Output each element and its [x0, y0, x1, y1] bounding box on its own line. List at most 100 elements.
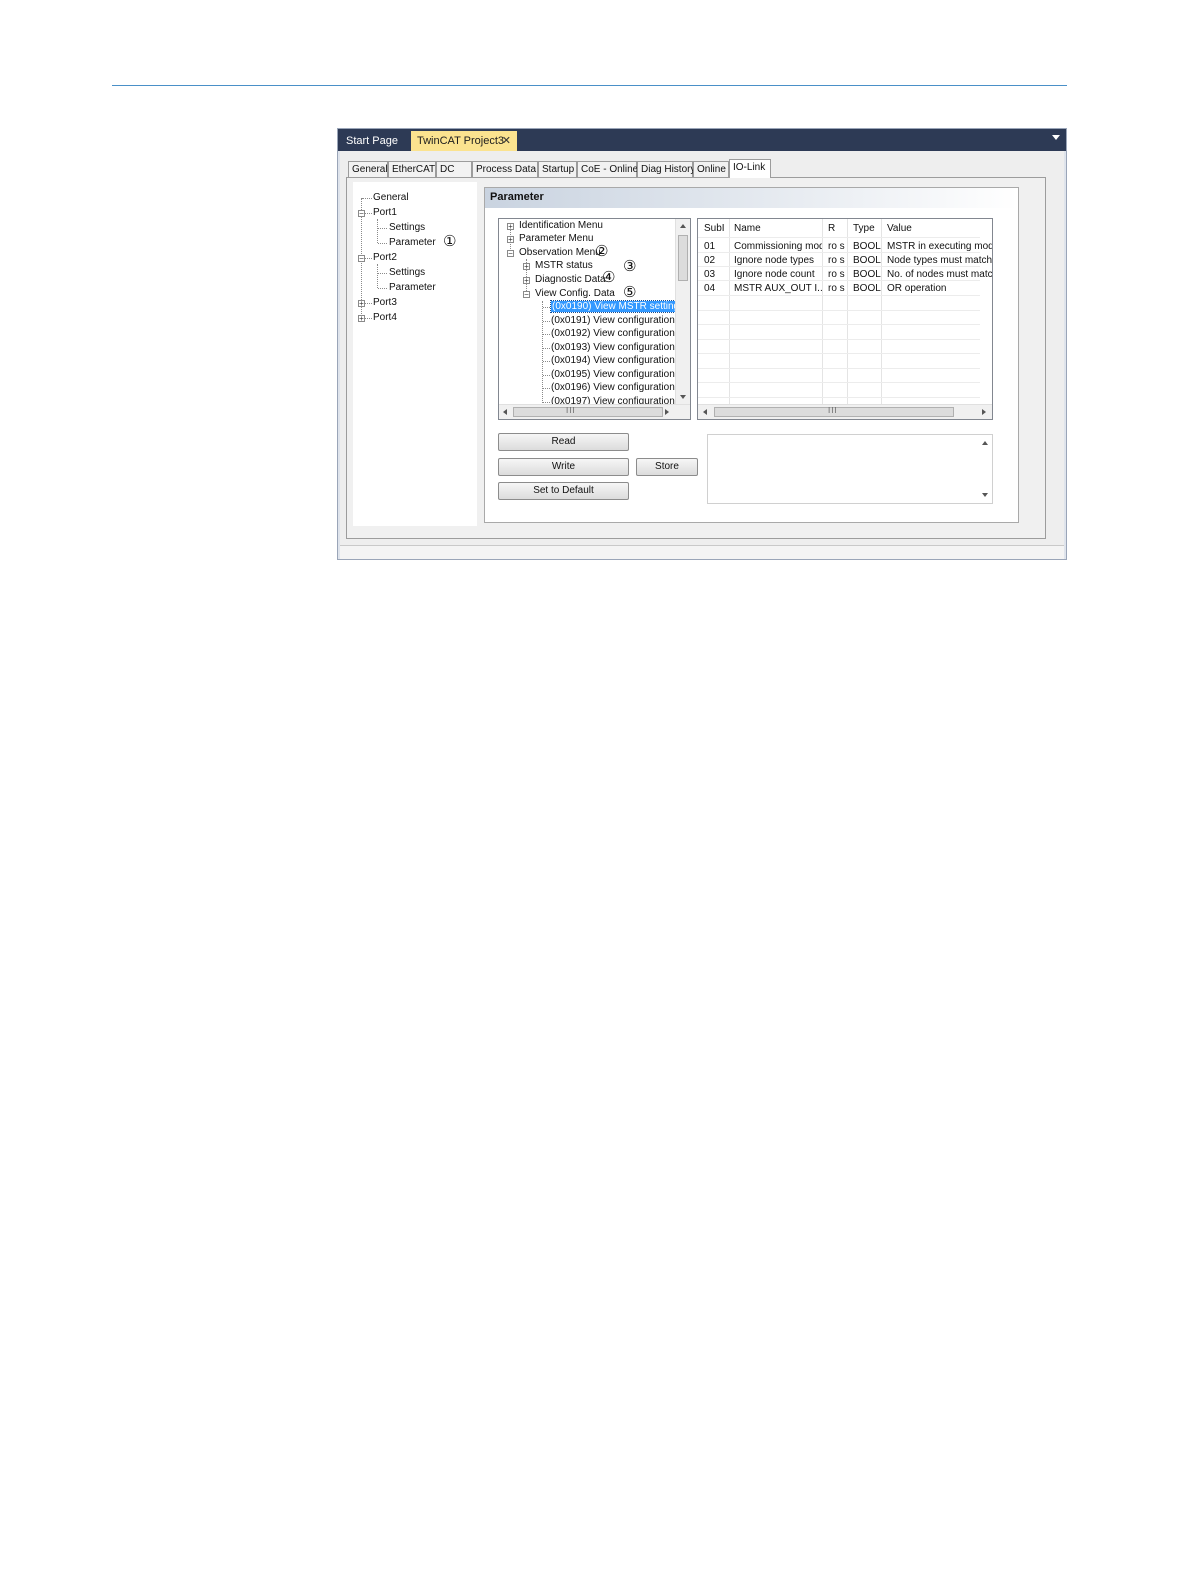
close-icon[interactable]: ✕	[502, 131, 511, 151]
cell-name: Ignore node types	[734, 255, 815, 266]
tree-item-parameter-menu[interactable]: Parameter Menu	[519, 233, 593, 245]
scroll-thumb[interactable]	[678, 235, 688, 281]
doc-tab-start-page[interactable]: Start Page	[340, 131, 410, 151]
scroll-left-icon[interactable]	[503, 409, 507, 415]
tree-item-port1-parameter[interactable]: Parameter	[389, 237, 436, 249]
store-button[interactable]: Store	[636, 458, 698, 476]
tree-item-0x0196[interactable]: (0x0196) View configuration dat	[551, 382, 690, 394]
tab-ethercat[interactable]: EtherCAT	[388, 161, 436, 177]
cell-access: ro s	[828, 241, 845, 252]
expand-icon[interactable]: +	[358, 300, 365, 308]
parameter-panel: Parameter + Identification Menu + Parame…	[484, 187, 1019, 523]
tree-line	[543, 321, 550, 322]
scroll-left-icon[interactable]	[703, 409, 707, 415]
parameter-grid[interactable]: SubI Name R Type Value 01 Commissioning …	[697, 218, 993, 420]
tab-diag-history[interactable]: Diag History	[637, 161, 695, 177]
collapse-icon[interactable]: −	[523, 291, 530, 299]
read-button[interactable]: Read	[498, 433, 629, 451]
port-tree: General − Port1 Settings Parameter − Por…	[353, 182, 477, 526]
column-header-access[interactable]: R	[828, 223, 835, 234]
tree-item-port4[interactable]: Port4	[373, 312, 397, 324]
expand-icon[interactable]: +	[507, 222, 514, 231]
scroll-right-icon[interactable]	[665, 409, 669, 415]
tree-item-0x0190[interactable]: (0x0190) View MSTR settings	[549, 300, 687, 313]
tree-item-port1-settings[interactable]: Settings	[389, 222, 425, 234]
plus-glyph: +	[359, 314, 364, 323]
expand-icon[interactable]: +	[507, 235, 514, 244]
tree-item-port1[interactable]: Port1	[373, 207, 397, 219]
set-to-default-button[interactable]: Set to Default	[498, 482, 629, 500]
tree-line	[377, 219, 378, 243]
object-tree[interactable]: + Identification Menu + Parameter Menu −…	[498, 218, 691, 420]
scroll-down-icon[interactable]	[982, 493, 988, 497]
parameter-title: Parameter	[490, 191, 544, 203]
tree-item-general[interactable]: General	[373, 192, 409, 204]
parameter-header: Parameter	[485, 188, 1018, 208]
tree-horizontal-scrollbar[interactable]: III	[499, 404, 690, 419]
collapse-icon[interactable]: −	[358, 254, 365, 263]
tree-item-0x0194[interactable]: (0x0194) View configuration dat	[551, 355, 690, 367]
scroll-thumb[interactable]	[513, 407, 663, 417]
tree-vertical-scrollbar[interactable]	[675, 219, 690, 405]
page-header-rule	[112, 85, 1067, 86]
scroll-grip: III	[566, 406, 576, 415]
write-button[interactable]: Write	[498, 458, 629, 476]
tree-item-port2[interactable]: Port2	[373, 252, 397, 264]
twincat-window: Start Page TwinCAT Project3 ✕ General Et…	[337, 128, 1067, 560]
tab-startup[interactable]: Startup	[538, 161, 577, 177]
tab-general[interactable]: General	[348, 161, 388, 177]
grid-row-line	[698, 397, 980, 398]
plus-glyph: +	[508, 222, 513, 231]
column-header-type[interactable]: Type	[853, 223, 875, 234]
tree-item-observation-menu[interactable]: Observation Menu	[519, 247, 601, 259]
plus-glyph: +	[508, 235, 513, 244]
tree-line	[543, 388, 550, 389]
message-textbox[interactable]	[707, 434, 993, 504]
tree-item-port3[interactable]: Port3	[373, 297, 397, 309]
cell-subi: 01	[704, 241, 716, 252]
scroll-up-icon[interactable]	[982, 441, 988, 445]
tree-line	[543, 361, 550, 362]
cell-type: BOOL	[853, 283, 881, 294]
scroll-up-icon[interactable]	[680, 224, 686, 228]
tree-item-mstr-status[interactable]: MSTR status	[535, 260, 593, 272]
tree-line	[543, 334, 550, 335]
cell-access: ro s	[828, 269, 845, 280]
tab-online[interactable]: Online	[693, 161, 729, 177]
tree-item-view-config-data[interactable]: View Config. Data	[535, 288, 615, 300]
tree-item-identification-menu[interactable]: Identification Menu	[519, 220, 603, 232]
tree-item-0x0192[interactable]: (0x0192) View configuration dat	[551, 328, 690, 340]
cell-type: BOOL	[853, 255, 881, 266]
bottom-panel	[340, 545, 1064, 559]
tree-item-port2-settings[interactable]: Settings	[389, 267, 425, 279]
cell-name: Ignore node count	[734, 269, 815, 280]
tab-coe-online[interactable]: CoE - Online	[577, 161, 638, 177]
minus-glyph: −	[359, 254, 364, 263]
tree-item-port2-parameter[interactable]: Parameter	[389, 282, 436, 294]
doc-tab-twincat-project3[interactable]: TwinCAT Project3 ✕	[411, 131, 517, 151]
tab-process-data[interactable]: Process Data	[472, 161, 538, 177]
expand-icon[interactable]: +	[523, 262, 530, 271]
tree-line	[378, 273, 387, 274]
tree-item-0x0195[interactable]: (0x0195) View configuration dat	[551, 369, 690, 381]
scroll-right-icon[interactable]	[982, 409, 986, 415]
scroll-grip: III	[828, 406, 838, 415]
tree-item-0x0191[interactable]: (0x0191) View configuration dat	[551, 315, 690, 327]
column-header-name[interactable]: Name	[734, 223, 761, 234]
chevron-down-icon[interactable]	[1052, 135, 1060, 140]
tree-item-0x0193[interactable]: (0x0193) View configuration dat	[551, 342, 690, 354]
collapse-icon[interactable]: −	[507, 249, 514, 258]
tab-io-link[interactable]: IO-Link	[729, 159, 771, 178]
tab-dc[interactable]: DC	[436, 161, 472, 177]
grid-horizontal-scrollbar[interactable]: III	[698, 404, 992, 419]
column-header-value[interactable]: Value	[887, 223, 912, 234]
message-scrollbar[interactable]	[978, 435, 992, 503]
collapse-icon[interactable]: −	[358, 210, 365, 218]
plus-glyph: +	[524, 262, 529, 271]
expand-icon[interactable]: +	[358, 314, 365, 323]
column-header-subi[interactable]: SubI	[704, 223, 725, 234]
tree-item-diagnostic-data[interactable]: Diagnostic Data	[535, 274, 606, 286]
minus-glyph: −	[508, 249, 513, 258]
expand-icon[interactable]: +	[523, 277, 530, 285]
scroll-down-icon[interactable]	[680, 395, 686, 399]
